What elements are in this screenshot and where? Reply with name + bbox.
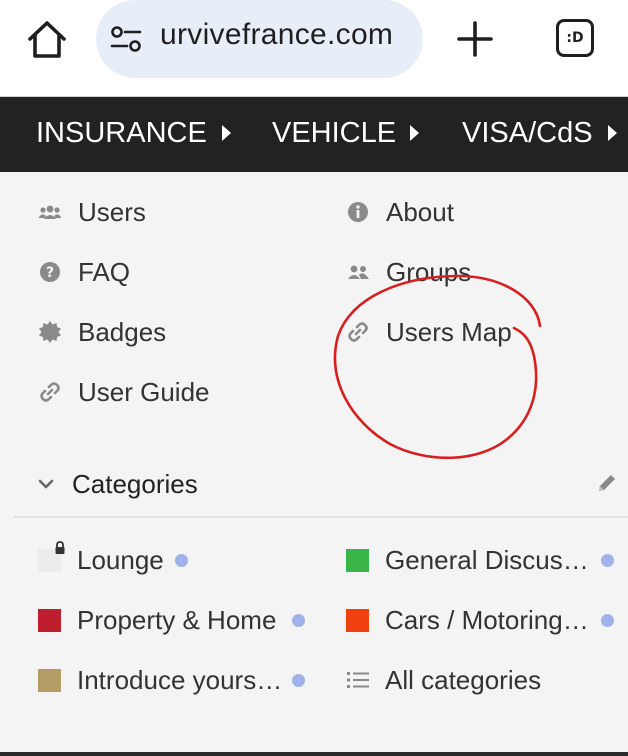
address-bar[interactable]: urvivefrance.com <box>96 0 423 78</box>
menu-panel: Users ? FAQ Badges User Guide About Grou… <box>0 172 628 756</box>
badge-icon <box>38 320 62 344</box>
bottom-edge <box>0 752 628 756</box>
users-icon <box>38 200 62 224</box>
category-nav-strip: INSURANCE VEHICLE VISA/CdS <box>0 96 628 172</box>
category-label: All categories <box>385 664 542 695</box>
category-swatch <box>38 668 61 692</box>
nav-item-vehicle[interactable]: VEHICLE <box>272 117 396 150</box>
categories-title: Categories <box>72 468 198 499</box>
category-introduce-yourself[interactable]: Introduce yours… <box>38 660 282 700</box>
users-icon <box>346 260 370 284</box>
tab-switcher-button[interactable]: :D <box>556 19 594 57</box>
categories-header[interactable]: Categories <box>38 464 618 504</box>
new-topics-dot <box>601 614 614 627</box>
list-icon <box>346 668 369 692</box>
info-circle-icon <box>346 200 370 224</box>
link-label: About <box>386 196 454 227</box>
new-topics-dot <box>601 554 614 567</box>
category-label: Lounge <box>77 544 164 575</box>
link-badges[interactable]: Badges <box>38 312 166 352</box>
link-users[interactable]: Users <box>38 192 146 232</box>
link-label: User Guide <box>78 376 210 407</box>
link-icon <box>38 380 62 404</box>
plus-icon[interactable] <box>456 20 494 58</box>
caret-right-icon <box>222 125 231 141</box>
link-icon <box>346 320 370 344</box>
question-circle-icon: ? <box>38 260 62 284</box>
link-label: Badges <box>78 316 167 347</box>
home-icon[interactable] <box>26 19 68 61</box>
category-swatch <box>38 608 61 632</box>
link-user-guide[interactable]: User Guide <box>38 372 210 412</box>
svg-text:?: ? <box>46 265 54 281</box>
category-swatch <box>346 548 369 572</box>
link-label: FAQ <box>78 256 131 287</box>
category-swatch <box>346 608 369 632</box>
category-label: Cars / Motoring… <box>385 604 589 635</box>
category-lounge[interactable]: Lounge <box>38 540 164 580</box>
caret-right-icon <box>410 125 419 141</box>
pencil-icon[interactable] <box>596 472 618 494</box>
link-about[interactable]: About <box>346 192 454 232</box>
category-label: General Discus… <box>385 544 589 575</box>
nav-item-insurance[interactable]: INSURANCE <box>36 117 207 150</box>
category-cars-motoring[interactable]: Cars / Motoring… <box>346 600 589 640</box>
divider <box>14 516 628 518</box>
new-topics-dot <box>175 554 188 567</box>
url-text[interactable]: urvivefrance.com <box>160 18 393 52</box>
chevron-down-icon[interactable] <box>38 478 54 490</box>
category-label: Property & Home <box>77 604 277 635</box>
link-groups[interactable]: Groups <box>346 252 471 292</box>
link-users-map[interactable]: Users Map <box>346 312 512 352</box>
new-topics-dot <box>292 674 305 687</box>
link-label: Groups <box>386 256 472 287</box>
new-topics-dot <box>292 614 305 627</box>
category-general-discussion[interactable]: General Discus… <box>346 540 589 580</box>
category-property-home[interactable]: Property & Home <box>38 600 276 640</box>
category-swatch <box>38 540 65 572</box>
category-label: Introduce yours… <box>77 664 283 695</box>
browser-toolbar: urvivefrance.com :D <box>0 0 628 96</box>
caret-right-icon <box>608 125 617 141</box>
link-label: Users Map <box>386 316 512 347</box>
site-settings-icon[interactable] <box>110 24 142 54</box>
link-label: Users <box>78 196 146 227</box>
link-faq[interactable]: ? FAQ <box>38 252 130 292</box>
nav-item-visa[interactable]: VISA/CdS <box>462 117 593 150</box>
category-all-categories[interactable]: All categories <box>346 660 541 700</box>
lock-icon <box>55 540 65 554</box>
